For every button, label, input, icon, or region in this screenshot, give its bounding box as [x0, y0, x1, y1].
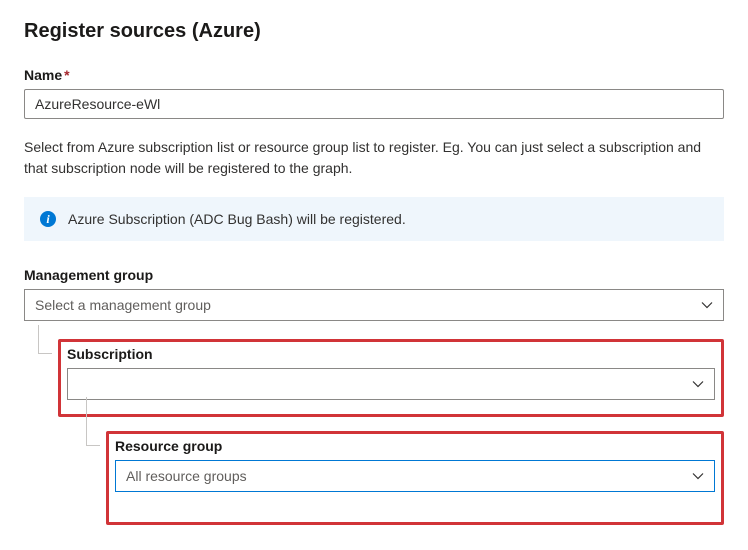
subscription-tree-node: Subscription Resource group All resource…	[38, 325, 724, 525]
management-group-field: Management group Select a management gro…	[24, 267, 724, 321]
chevron-down-icon	[692, 378, 704, 390]
management-group-label: Management group	[24, 267, 724, 283]
name-input[interactable]	[24, 89, 724, 119]
subscription-dropdown[interactable]	[67, 368, 715, 400]
management-group-placeholder: Select a management group	[35, 297, 211, 313]
info-banner: i Azure Subscription (ADC Bug Bash) will…	[24, 197, 724, 241]
chevron-down-icon	[701, 299, 713, 311]
subscription-highlight: Subscription	[58, 339, 724, 417]
required-asterisk: *	[64, 67, 69, 83]
resource-group-dropdown[interactable]: All resource groups	[115, 460, 715, 492]
help-text: Select from Azure subscription list or r…	[24, 137, 724, 179]
chevron-down-icon	[692, 470, 704, 482]
info-icon: i	[40, 211, 56, 227]
resource-group-tree-node: Resource group All resource groups	[86, 417, 724, 525]
subscription-label: Subscription	[67, 346, 715, 362]
resource-group-label: Resource group	[115, 438, 715, 454]
name-label-text: Name	[24, 67, 62, 83]
hierarchy-tree: Management group Select a management gro…	[24, 267, 724, 525]
page-title: Register sources (Azure)	[24, 20, 724, 43]
management-group-dropdown[interactable]: Select a management group	[24, 289, 724, 321]
resource-group-value: All resource groups	[126, 468, 247, 484]
name-label: Name*	[24, 67, 724, 83]
resource-group-highlight: Resource group All resource groups	[106, 431, 724, 525]
info-text: Azure Subscription (ADC Bug Bash) will b…	[68, 211, 406, 227]
name-field-group: Name*	[24, 67, 724, 119]
